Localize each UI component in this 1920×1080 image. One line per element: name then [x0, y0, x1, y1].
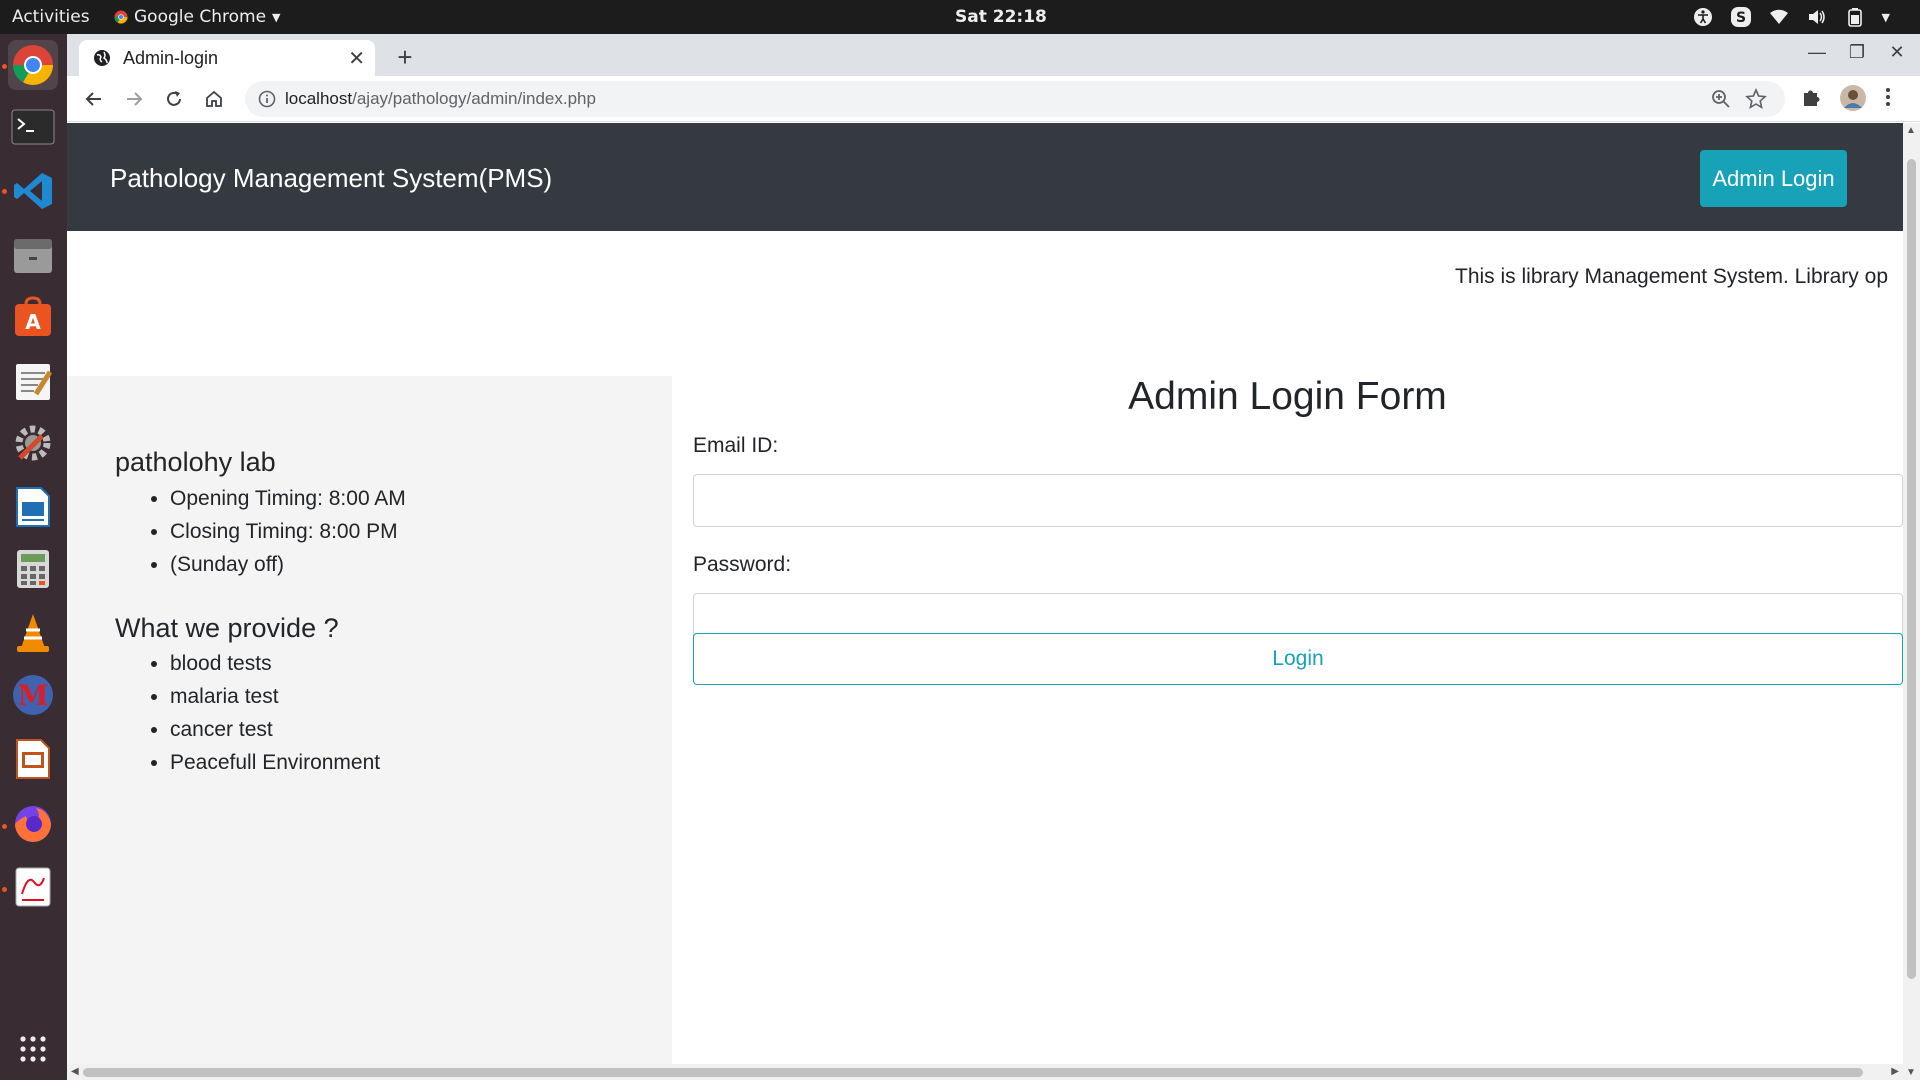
horizontal-scroll-thumb[interactable] [83, 1068, 1863, 1077]
svg-text:A: A [25, 310, 41, 334]
browser-toolbar: localhost/ajay/pathology/admin/index.php [67, 76, 1920, 122]
login-button[interactable]: Login [693, 633, 1903, 685]
marquee-text: This is library Management System. Libra… [1455, 265, 1888, 288]
list-item: (Sunday off) [170, 548, 406, 581]
scroll-right-arrow-icon[interactable]: ▶ [1891, 1066, 1899, 1077]
list-item: Peacefull Environment [170, 746, 380, 779]
vertical-scrollbar[interactable]: ▲ ▼ [1903, 123, 1920, 1080]
url-path: /ajay/pathology/admin/index.php [352, 89, 596, 108]
dock-firefox-icon[interactable] [8, 798, 58, 848]
url-text[interactable]: localhost/ajay/pathology/admin/index.php [285, 89, 596, 109]
timings-list: Opening Timing: 8:00 AM Closing Timing: … [170, 482, 406, 581]
back-arrow-icon [85, 92, 101, 106]
close-window-icon[interactable]: ✕ [1884, 42, 1910, 63]
system-menu-arrow-icon[interactable]: ▼ [1882, 11, 1890, 24]
scroll-up-arrow-icon[interactable]: ▲ [1906, 125, 1916, 136]
extensions-puzzle-icon[interactable] [1801, 86, 1823, 108]
bookmark-star-icon[interactable] [1745, 88, 1767, 110]
chrome-small-icon [114, 10, 128, 24]
battery-icon[interactable] [1844, 6, 1866, 28]
dock-writer-icon[interactable] [8, 482, 58, 532]
app-menu-arrow-icon: ▼ [272, 10, 281, 24]
running-indicator [2, 189, 7, 194]
chrome-menu-icon[interactable] [1885, 86, 1891, 108]
dock-mendeley-icon[interactable]: M [8, 670, 58, 720]
services-list: blood tests malaria test cancer test Pea… [170, 647, 380, 779]
profile-avatar-icon[interactable] [1839, 84, 1867, 112]
new-tab-button[interactable]: + [391, 41, 419, 72]
site-brand[interactable]: Pathology Management System(PMS) [110, 163, 552, 194]
show-applications-icon[interactable] [8, 1024, 58, 1074]
scroll-left-arrow-icon[interactable]: ◀ [71, 1066, 79, 1077]
list-item: Opening Timing: 8:00 AM [170, 482, 406, 515]
reload-button[interactable] [159, 84, 189, 114]
email-field[interactable] [693, 474, 1903, 527]
lab-heading: patholohy lab [115, 447, 276, 477]
page-viewport: Pathology Management System(PMS) Admin L… [67, 123, 1903, 1064]
svg-text:S: S [1735, 10, 1745, 26]
vertical-scroll-thumb[interactable] [1907, 159, 1916, 979]
tab-close-icon[interactable]: ✕ [348, 46, 365, 71]
wifi-icon[interactable] [1768, 6, 1790, 28]
horizontal-scrollbar[interactable]: ◀ ▶ [67, 1064, 1903, 1080]
forward-button[interactable] [119, 84, 149, 114]
dock-files-icon[interactable] [8, 230, 58, 280]
admin-login-button[interactable]: Admin Login [1700, 150, 1847, 207]
tab-admin-login[interactable]: Admin-login ✕ [79, 40, 375, 76]
list-item: cancer test [170, 713, 380, 746]
minimize-icon[interactable]: — [1804, 42, 1830, 63]
system-tray[interactable]: S ▼ [1692, 6, 1890, 28]
dock-chrome-icon[interactable] [8, 40, 58, 90]
dock-impress-icon[interactable] [8, 734, 58, 784]
restore-icon[interactable]: ❐ [1844, 42, 1870, 63]
dock-terminal-icon[interactable] [8, 102, 58, 152]
back-button[interactable] [79, 84, 109, 114]
dock-software-icon[interactable]: A [8, 292, 58, 342]
site-navbar: Pathology Management System(PMS) Admin L… [67, 123, 1903, 231]
email-label: Email ID: [693, 434, 779, 457]
running-indicator [2, 64, 7, 69]
sidebar-info: patholohy lab Opening Timing: 8:00 AM Cl… [67, 376, 672, 1064]
tab-strip: Admin-login ✕ + — ❐ ✕ [67, 34, 1920, 76]
address-bar[interactable]: localhost/ajay/pathology/admin/index.php [245, 81, 1785, 117]
list-item: malaria test [170, 680, 380, 713]
globe-icon [94, 50, 110, 66]
home-button[interactable] [199, 84, 229, 114]
volume-icon[interactable] [1806, 6, 1828, 28]
dock-calculator-icon[interactable] [8, 544, 58, 594]
running-indicator [2, 887, 7, 892]
dock-settings-icon[interactable] [8, 418, 58, 468]
chrome-window: Admin-login ✕ + — ❐ ✕ localhost/ajay/pat… [67, 34, 1920, 1080]
activities-button[interactable]: Activities [12, 7, 90, 27]
svg-text:M: M [18, 679, 49, 712]
dock-vscode-icon[interactable] [8, 166, 58, 216]
dock-evince-icon[interactable] [8, 862, 58, 912]
site-info-icon[interactable] [257, 89, 277, 109]
password-label: Password: [693, 553, 792, 576]
dock-text-editor-icon[interactable] [8, 356, 58, 406]
running-indicator [2, 824, 7, 829]
url-host: localhost [285, 89, 353, 108]
system-top-bar: Activities Google Chrome ▼ Sat 22:18 S ▼ [0, 0, 1920, 34]
list-item: blood tests [170, 647, 380, 680]
skype-icon[interactable]: S [1730, 6, 1752, 28]
list-item: Closing Timing: 8:00 PM [170, 515, 406, 548]
tab-title: Admin-login [123, 47, 219, 68]
services-heading: What we provide ? [115, 613, 339, 643]
app-name: Google Chrome [134, 7, 267, 27]
form-title: Admin Login Form [1128, 375, 1447, 418]
scroll-down-arrow-icon[interactable]: ▼ [1906, 1067, 1916, 1078]
app-menu[interactable]: Google Chrome ▼ [114, 7, 281, 27]
forward-arrow-icon [127, 92, 143, 106]
reload-icon [167, 91, 181, 106]
home-icon [206, 90, 222, 107]
dock-vlc-icon[interactable] [8, 608, 58, 658]
zoom-icon[interactable] [1711, 89, 1731, 109]
plus-icon: + [397, 41, 413, 72]
clock[interactable]: Sat 22:18 [955, 7, 1047, 27]
accessibility-icon[interactable] [1692, 6, 1714, 28]
dock: A M [0, 34, 67, 1080]
